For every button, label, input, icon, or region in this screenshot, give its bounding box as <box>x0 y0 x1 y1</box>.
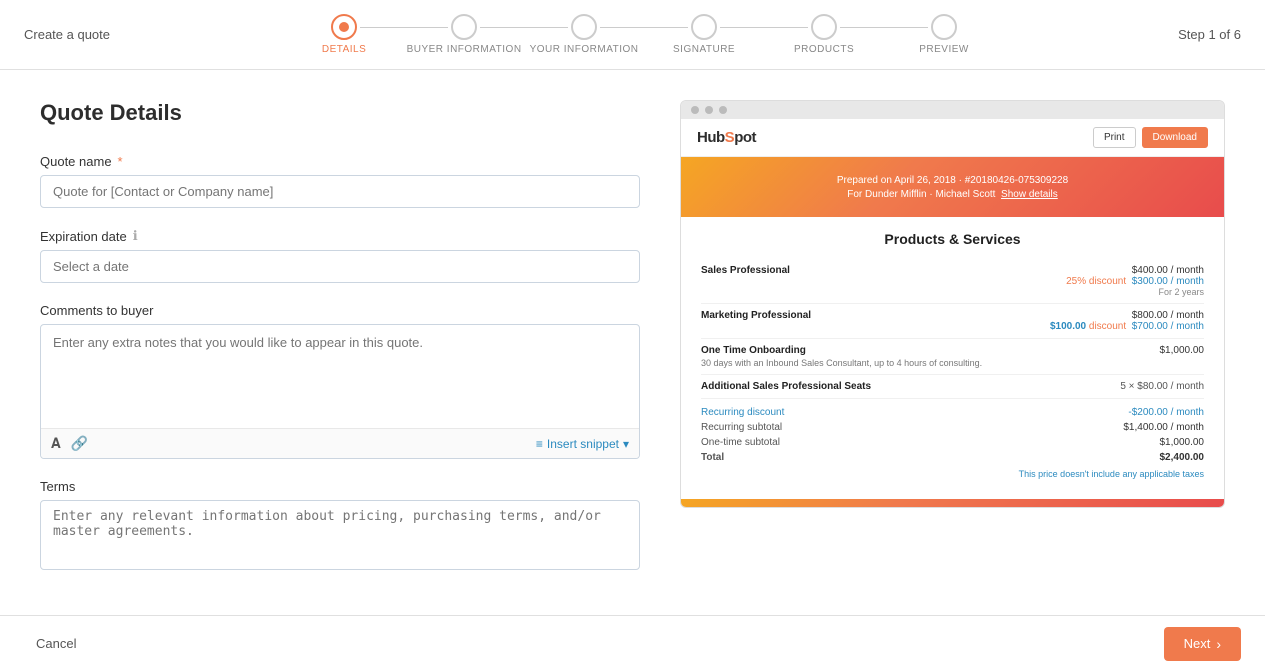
create-quote-label: Create a quote <box>24 27 110 42</box>
preview-body: Products & Services Sales Professional $… <box>681 217 1224 499</box>
step-circle-preview <box>931 14 957 40</box>
next-button[interactable]: Next › <box>1164 627 1241 661</box>
browser-dot-3 <box>719 106 727 114</box>
quote-name-field: Quote name * <box>40 154 640 208</box>
summary-section: Recurring discount -$200.00 / month Recu… <box>701 399 1204 485</box>
step-label-preview: PREVIEW <box>919 44 969 55</box>
expiration-date-field: Expiration date ℹ <box>40 228 640 283</box>
product-name-sales: Sales Professional <box>701 265 790 276</box>
product-qty-seats: 5 × $80.00 / month <box>1120 381 1204 392</box>
form-panel: Quote Details Quote name * Expiration da… <box>40 100 640 585</box>
product-pricing-sales: $400.00 / month 25% discount $300.00 / m… <box>1066 265 1204 297</box>
snippet-icon: ≡ <box>536 437 543 451</box>
terms-label: Terms <box>40 479 640 494</box>
step-circle-details <box>331 14 357 40</box>
product-pricing-onboarding: $1,000.00 <box>1160 345 1205 356</box>
preview-footer-bar <box>681 499 1224 507</box>
expiration-date-input[interactable] <box>40 250 640 283</box>
product-pricing-marketing: $800.00 / month $100.00 discount $700.00… <box>1050 310 1204 332</box>
step-details[interactable]: DETAILS <box>284 14 404 55</box>
product-row-seats: Additional Sales Professional Seats 5 × … <box>701 375 1204 399</box>
cancel-button[interactable]: Cancel <box>24 628 88 659</box>
page-title: Quote Details <box>40 100 640 126</box>
terms-field: Terms <box>40 479 640 573</box>
terms-textarea[interactable] <box>40 500 640 570</box>
browser-dot-1 <box>691 106 699 114</box>
summary-row-total: Total $2,400.00 <box>701 450 1204 465</box>
comments-label: Comments to buyer <box>40 303 640 318</box>
print-button[interactable]: Print <box>1093 127 1136 148</box>
show-details-link[interactable]: Show details <box>1001 189 1058 200</box>
comments-toolbar: 𝐀 🔗 ≡ Insert snippet ▾ <box>41 428 639 458</box>
preview-header: HubSpot Print Download <box>681 119 1224 157</box>
download-button[interactable]: Download <box>1142 127 1208 148</box>
step-label-details: DETAILS <box>322 44 366 55</box>
product-row-onboarding: One Time Onboarding 30 days with an Inbo… <box>701 339 1204 375</box>
step-buyer-information[interactable]: BUYER INFORMATION <box>404 14 524 55</box>
comments-textarea-wrapper: 𝐀 🔗 ≡ Insert snippet ▾ <box>40 324 640 459</box>
comments-textarea[interactable] <box>41 325 639 425</box>
chevron-down-icon: ▾ <box>623 437 629 451</box>
browser-dot-2 <box>705 106 713 114</box>
logo-dot: S <box>725 129 735 146</box>
hubspot-logo: HubSpot <box>697 129 756 146</box>
link-icon[interactable]: 🔗 <box>71 435 88 452</box>
summary-row-discount: Recurring discount -$200.00 / month <box>701 405 1204 420</box>
quote-name-input[interactable] <box>40 175 640 208</box>
preview-buttons: Print Download <box>1093 127 1208 148</box>
step-label-signature: SIGNATURE <box>673 44 735 55</box>
step-counter: Step 1 of 6 <box>1178 27 1241 42</box>
step-signature[interactable]: SIGNATURE <box>644 14 764 55</box>
step-preview[interactable]: PREVIEW <box>884 14 1004 55</box>
step-circle-products <box>811 14 837 40</box>
browser-bar <box>681 101 1224 119</box>
product-name-onboarding: One Time Onboarding 30 days with an Inbo… <box>701 345 982 368</box>
product-row-sales: Sales Professional $400.00 / month 25% d… <box>701 259 1204 304</box>
step-circle-buyer <box>451 14 477 40</box>
expiration-date-label: Expiration date ℹ <box>40 228 640 244</box>
quote-preview: HubSpot Print Download Prepared on April… <box>680 100 1225 508</box>
product-row-marketing: Marketing Professional $800.00 / month $… <box>701 304 1204 339</box>
main-content: Quote Details Quote name * Expiration da… <box>0 70 1265 615</box>
next-arrow-icon: › <box>1216 636 1221 652</box>
banner-date: Prepared on April 26, 2018 · #20180426-0… <box>837 175 1068 186</box>
product-name-marketing: Marketing Professional <box>701 310 811 321</box>
preview-panel: HubSpot Print Download Prepared on April… <box>680 100 1225 585</box>
required-indicator: * <box>118 154 123 169</box>
step-label-your: YOUR INFORMATION <box>530 44 639 55</box>
summary-row-onetime: One-time subtotal $1,000.00 <box>701 435 1204 450</box>
info-icon[interactable]: ℹ <box>133 228 138 244</box>
step-products[interactable]: PRODUCTS <box>764 14 884 55</box>
step-navigation: DETAILS BUYER INFORMATION YOUR INFORMATI… <box>110 14 1178 55</box>
summary-row-recurring: Recurring subtotal $1,400.00 / month <box>701 420 1204 435</box>
quote-banner: Prepared on April 26, 2018 · #20180426-0… <box>681 157 1224 217</box>
font-icon[interactable]: 𝐀 <box>51 435 61 452</box>
comments-field: Comments to buyer 𝐀 🔗 ≡ Insert snippet ▾ <box>40 303 640 459</box>
tax-note: This price doesn't include any applicabl… <box>701 469 1204 479</box>
banner-company: For Dunder Mifflin · Michael Scott Show … <box>847 189 1057 200</box>
product-name-seats: Additional Sales Professional Seats <box>701 381 871 392</box>
quote-name-label: Quote name * <box>40 154 640 169</box>
insert-snippet-button[interactable]: ≡ Insert snippet ▾ <box>536 437 629 451</box>
step-label-buyer: BUYER INFORMATION <box>407 44 522 55</box>
page-header: Create a quote DETAILS BUYER INFORMATION… <box>0 0 1265 70</box>
bottom-bar: Cancel Next › <box>0 615 1265 671</box>
products-title: Products & Services <box>701 231 1204 247</box>
toolbar-icons: 𝐀 🔗 <box>51 435 88 452</box>
step-circle-signature <box>691 14 717 40</box>
step-your-information[interactable]: YOUR INFORMATION <box>524 14 644 55</box>
step-label-products: PRODUCTS <box>794 44 854 55</box>
step-circle-your <box>571 14 597 40</box>
